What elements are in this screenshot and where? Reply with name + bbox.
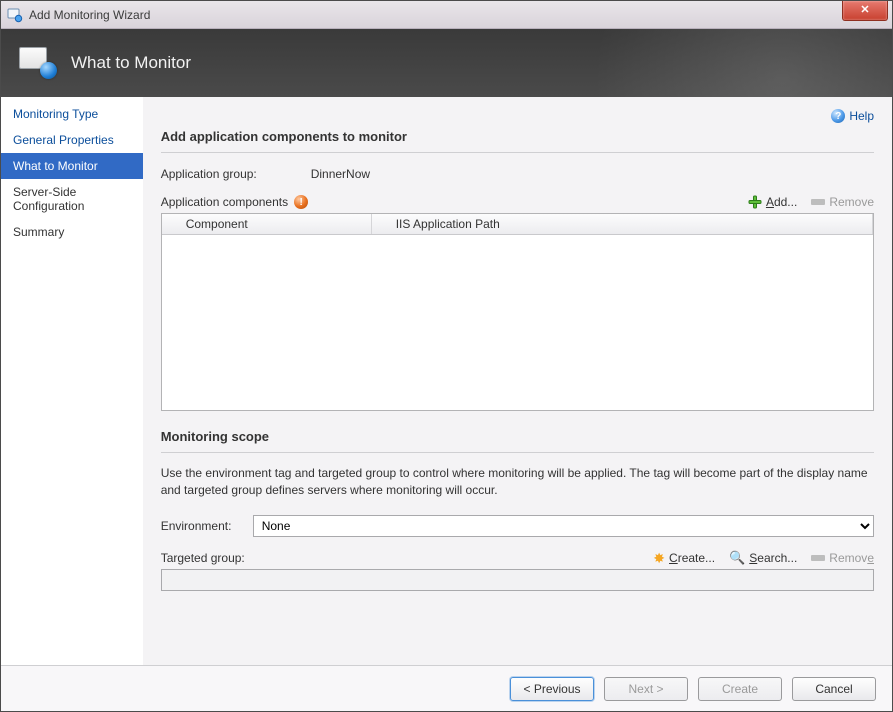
footer: < Previous Next > Create Cancel	[1, 665, 892, 711]
sidebar-item-general-properties[interactable]: General Properties	[1, 127, 143, 153]
targeted-group-label: Targeted group:	[161, 551, 245, 565]
close-button[interactable]: ✕	[842, 1, 888, 21]
section-title: Add application components to monitor	[161, 129, 874, 144]
remove-label: Remove	[829, 195, 874, 209]
magnifier-icon: 🔍	[729, 551, 745, 564]
monitoring-scope-description: Use the environment tag and targeted gro…	[161, 465, 874, 499]
minus-icon	[811, 199, 825, 205]
warning-icon: !	[294, 195, 308, 209]
sidebar-item-summary[interactable]: Summary	[1, 219, 143, 245]
wizard-window: Add Monitoring Wizard ✕ What to Monitor …	[0, 0, 893, 712]
application-group-value: DinnerNow	[311, 167, 370, 181]
window-title: Add Monitoring Wizard	[29, 8, 150, 22]
sidebar-item-monitoring-type[interactable]: Monitoring Type	[1, 101, 143, 127]
environment-select[interactable]: None	[253, 515, 874, 537]
sidebar: Monitoring Type General Properties What …	[1, 97, 143, 665]
create-button: Create	[698, 677, 782, 701]
header-icon	[19, 47, 57, 79]
help-icon: ?	[831, 109, 845, 123]
help-link[interactable]: ? Help	[831, 109, 874, 123]
minus-icon	[811, 555, 825, 561]
add-component-button[interactable]: Add...	[748, 195, 797, 209]
previous-button[interactable]: < Previous	[510, 677, 594, 701]
star-icon: ✸	[653, 551, 665, 565]
titlebar: Add Monitoring Wizard ✕	[1, 1, 892, 29]
separator-2	[161, 452, 874, 453]
sidebar-item-server-side-configuration[interactable]: Server-Side Configuration	[1, 179, 143, 219]
separator	[161, 152, 874, 153]
remove-component-button: Remove	[811, 195, 874, 209]
plus-icon	[748, 195, 762, 209]
create-group-button[interactable]: ✸ Create...	[653, 551, 715, 565]
sidebar-item-what-to-monitor[interactable]: What to Monitor	[1, 153, 143, 179]
search-label: Search...	[749, 551, 797, 565]
remove-group-label: Remove	[829, 551, 874, 565]
application-group-row: Application group: DinnerNow	[161, 167, 874, 181]
column-component[interactable]: Component	[162, 214, 372, 234]
grid-body	[162, 235, 873, 410]
grid-header: Component IIS Application Path	[162, 214, 873, 235]
search-group-button[interactable]: 🔍 Search...	[729, 551, 797, 565]
next-button: Next >	[604, 677, 688, 701]
components-grid[interactable]: Component IIS Application Path	[161, 213, 874, 411]
create-label: Create...	[669, 551, 715, 565]
header-band: What to Monitor	[1, 29, 892, 97]
cancel-button[interactable]: Cancel	[792, 677, 876, 701]
body: Monitoring Type General Properties What …	[1, 97, 892, 665]
monitoring-scope-title: Monitoring scope	[161, 429, 874, 444]
add-label: Add...	[766, 195, 797, 209]
remove-group-button: Remove	[811, 551, 874, 565]
help-label: Help	[849, 109, 874, 123]
page-title: What to Monitor	[71, 53, 191, 73]
close-icon: ✕	[860, 5, 869, 16]
environment-label: Environment:	[161, 519, 243, 533]
content-area: ? Help Add application components to mon…	[143, 97, 892, 665]
app-icon	[7, 7, 23, 23]
application-components-label: Application components	[161, 195, 288, 209]
application-group-label: Application group:	[161, 167, 311, 181]
column-iis-path[interactable]: IIS Application Path	[372, 214, 873, 234]
targeted-group-input	[161, 569, 874, 591]
